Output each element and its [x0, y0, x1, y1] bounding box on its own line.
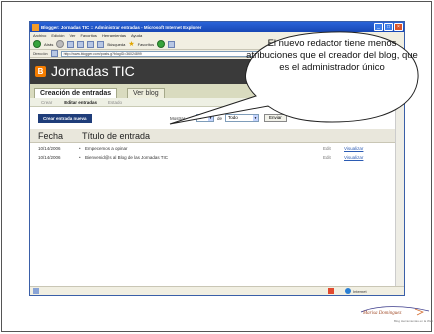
- post-filter-select[interactable]: Todo ▼: [225, 114, 259, 122]
- blog-title: Jornadas TIC: [51, 63, 135, 79]
- subtab-editar-entradas[interactable]: Editar entradas: [64, 100, 97, 105]
- sub-tabs: Crear Editar entradas Estado: [30, 98, 397, 107]
- history-icon[interactable]: [157, 40, 166, 48]
- chevron-down-icon: ▼: [208, 115, 213, 121]
- bullet-icon: •: [79, 155, 81, 160]
- maximize-button[interactable]: □: [384, 23, 393, 31]
- close-button[interactable]: ×: [394, 23, 403, 31]
- bullet-icon: •: [79, 146, 81, 151]
- edit-link[interactable]: Edit: [323, 155, 331, 160]
- author-subtitle: Blog Herramientas en la Web: [394, 319, 434, 323]
- window-titlebar: Blogger: Jornadas TIC :: Administrar ent…: [30, 22, 404, 32]
- post-title[interactable]: Bienvenid@s al Blog de las Jornadas TIC: [85, 155, 168, 160]
- chevron-down-icon: ▼: [253, 115, 258, 121]
- favorites-star-icon[interactable]: ★: [128, 41, 134, 48]
- favorites-label[interactable]: Favoritos: [138, 42, 154, 47]
- de-label: de: [217, 116, 223, 121]
- search-label[interactable]: Búsqueda: [107, 42, 125, 47]
- menu-herramientas[interactable]: Herramientas: [102, 33, 126, 38]
- minimize-button[interactable]: _: [374, 23, 383, 31]
- forward-arrow-icon[interactable]: [56, 40, 65, 48]
- post-filter-value: Todo: [228, 115, 238, 120]
- view-link[interactable]: Visualizar: [344, 146, 363, 151]
- post-count-value: 5: [199, 115, 202, 120]
- new-post-button[interactable]: Crear entrada nueva: [38, 114, 92, 123]
- view-link[interactable]: Visualizar: [344, 155, 363, 160]
- subtab-crear[interactable]: Crear: [41, 100, 52, 105]
- page-icon: [50, 50, 58, 57]
- refresh-icon[interactable]: [77, 40, 85, 48]
- callout-text: El nuevo redactor tiene menos atribucion…: [246, 38, 418, 73]
- send-button[interactable]: Enviar: [264, 114, 287, 122]
- menu-edicion[interactable]: Edición: [51, 33, 64, 38]
- back-arrow-icon[interactable]: [33, 40, 41, 48]
- post-title[interactable]: Empecemos a opinar: [85, 146, 128, 151]
- status-bar: Internet: [30, 286, 404, 295]
- vertical-scrollbar[interactable]: [395, 59, 404, 288]
- menu-archivo[interactable]: Archivo: [33, 33, 46, 38]
- window-title: Blogger: Jornadas TIC :: Administrar ent…: [41, 24, 202, 30]
- blogger-logo-icon: B: [35, 66, 46, 77]
- column-header-title: Título de entrada: [82, 131, 151, 141]
- search-icon[interactable]: [97, 40, 105, 48]
- menu-ver[interactable]: Ver: [69, 33, 75, 38]
- edit-link[interactable]: Edit: [323, 146, 331, 151]
- menu-ayuda[interactable]: Ayuda: [131, 33, 142, 38]
- author-name: Marisa Dominguez: [363, 311, 402, 316]
- address-input[interactable]: http://www.blogger.com/posts.g?blogID=36…: [60, 50, 274, 57]
- globe-icon: [345, 288, 351, 294]
- menu-favoritos[interactable]: Favoritos: [80, 33, 96, 38]
- stop-icon[interactable]: [67, 40, 75, 48]
- show-label: Mostrar: [170, 116, 186, 121]
- table-row: 10/14/2006 • Bienvenid@s al Blog de las …: [30, 153, 397, 162]
- post-date: 10/14/2006: [38, 155, 61, 160]
- post-date: 10/14/2006: [38, 146, 61, 151]
- mail-icon[interactable]: [168, 40, 176, 48]
- blogger-app-icon: [32, 23, 39, 31]
- address-label: Dirección: [33, 51, 48, 56]
- page-status-icon: [33, 288, 39, 294]
- post-count-select[interactable]: 5 ▼: [196, 114, 214, 122]
- internet-zone-label: Internet: [353, 289, 367, 294]
- home-icon[interactable]: [87, 40, 95, 48]
- table-row: 10/14/2006 • Empecemos a opinar Edit Vis…: [30, 144, 397, 153]
- column-header-date: Fecha: [38, 131, 64, 141]
- posts-list-header: Fecha Título de entrada: [30, 129, 397, 143]
- blogger-page: B Jornadas TIC Creación de entradas Ver …: [30, 59, 397, 288]
- main-tabs: Creación de entradas Ver blog: [30, 84, 397, 99]
- back-label[interactable]: Atrás: [44, 42, 53, 47]
- actions-bar: Crear entrada nueva Mostrar 5 ▼ de Todo …: [30, 113, 397, 125]
- security-icon: [328, 288, 334, 294]
- subtab-estado[interactable]: Estado: [108, 100, 122, 105]
